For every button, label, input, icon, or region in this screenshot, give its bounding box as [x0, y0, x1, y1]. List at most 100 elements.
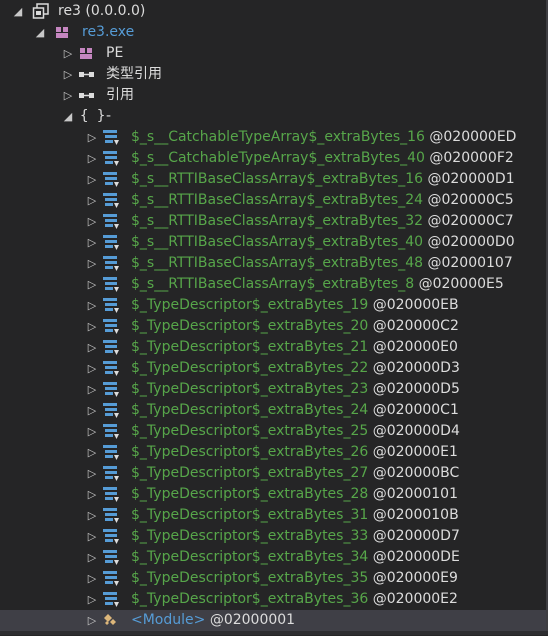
tree-node-assembly[interactable]: ◢ re3 (0.0.0.0) [0, 1, 548, 22]
type-token: @020000C7 [427, 213, 514, 229]
collapsed-arrow-icon[interactable]: ▷ [86, 148, 98, 169]
tree-node-type[interactable]: ▷ $_s__CatchableTypeArray$_extraBytes_16 … [0, 127, 548, 148]
struct-icon [102, 549, 120, 566]
collapsed-arrow-icon[interactable]: ▷ [86, 295, 98, 316]
type-name: $_TypeDescriptor$_extraBytes_34 [131, 549, 369, 565]
tree-node-type[interactable]: ▷ $_TypeDescriptor$_extraBytes_35 @020000… [0, 568, 548, 589]
tree-node-type[interactable]: ▷ $_s__RTTIBaseClassArray$_extraBytes_40 … [0, 232, 548, 253]
type-token: @02000101 [372, 486, 458, 502]
type-token: @020000C5 [427, 192, 514, 208]
tree-node-pe[interactable]: ▷ PE [0, 43, 548, 64]
struct-icon [102, 402, 120, 419]
tree-node-type[interactable]: ▷ $_s__RTTIBaseClassArray$_extraBytes_16 … [0, 169, 548, 190]
struct-icon [102, 486, 120, 503]
tree-node-module[interactable]: ◢ re3.exe [0, 22, 548, 43]
type-name: $_TypeDescriptor$_extraBytes_31 [131, 507, 369, 523]
tree-node-type[interactable]: ▷ $_s__CatchableTypeArray$_extraBytes_40 … [0, 148, 548, 169]
type-name: $_TypeDescriptor$_extraBytes_25 [131, 423, 369, 439]
collapsed-arrow-icon[interactable]: ▷ [86, 190, 98, 211]
tree-node-type[interactable]: ▷ $_s__RTTIBaseClassArray$_extraBytes_48 … [0, 253, 548, 274]
collapsed-arrow-icon[interactable]: ▷ [86, 127, 98, 148]
type-name: $_TypeDescriptor$_extraBytes_19 [131, 297, 369, 313]
collapsed-arrow-icon[interactable]: ▷ [62, 43, 74, 64]
type-token: @020000D0 [427, 234, 515, 250]
collapsed-arrow-icon[interactable]: ▷ [86, 484, 98, 505]
collapsed-arrow-icon[interactable]: ▷ [86, 400, 98, 421]
tree-node-type[interactable]: ▷ $_TypeDescriptor$_extraBytes_28 @020001… [0, 484, 548, 505]
type-token: @020000ED [429, 129, 517, 145]
tree-node-type[interactable]: ▷ $_TypeDescriptor$_extraBytes_22 @020000… [0, 358, 548, 379]
assembly-tree: ◢ re3 (0.0.0.0) ◢ re3.exe ▷ PE ▷ 类型引用 ▷ [0, 0, 548, 635]
type-name: $_s__RTTIBaseClassArray$_extraBytes_48 [131, 255, 424, 271]
expanded-arrow-icon[interactable]: ◢ [12, 1, 24, 22]
struct-icon [102, 297, 120, 314]
collapsed-arrow-icon[interactable]: ▷ [86, 526, 98, 547]
tree-node-type[interactable]: ▷ $_s__RTTIBaseClassArray$_extraBytes_8 @… [0, 274, 548, 295]
collapsed-arrow-icon[interactable]: ▷ [86, 589, 98, 610]
type-name: $_TypeDescriptor$_extraBytes_24 [131, 402, 369, 418]
type-name: $_TypeDescriptor$_extraBytes_35 [131, 570, 369, 586]
type-name: $_TypeDescriptor$_extraBytes_36 [131, 591, 369, 607]
tree-node-namespace[interactable]: ◢ { } - [0, 106, 548, 127]
collapsed-arrow-icon[interactable]: ▷ [86, 610, 98, 631]
collapsed-arrow-icon[interactable]: ▷ [86, 316, 98, 337]
tree-node-type-refs[interactable]: ▷ 类型引用 [0, 64, 548, 85]
type-token: @020000F2 [429, 150, 514, 166]
struct-icon [102, 360, 120, 377]
refs-label: 引用 [106, 87, 134, 103]
tree-node-type[interactable]: ▷ $_TypeDescriptor$_extraBytes_23 @020000… [0, 379, 548, 400]
type-token: @0200010B [372, 507, 459, 523]
collapsed-arrow-icon[interactable]: ▷ [86, 379, 98, 400]
type-token: @020000EB [372, 297, 459, 313]
assembly-icon [32, 3, 50, 20]
tree-node-type[interactable]: ▷ $_TypeDescriptor$_extraBytes_33 @020000… [0, 526, 548, 547]
type-token: @020000E2 [372, 591, 458, 607]
struct-icon [102, 171, 120, 188]
type-name: $_TypeDescriptor$_extraBytes_23 [131, 381, 369, 397]
tree-node-type[interactable]: ▷ $_TypeDescriptor$_extraBytes_36 @020000… [0, 589, 548, 610]
namespace-icon: { } [80, 108, 106, 124]
collapsed-arrow-icon[interactable]: ▷ [86, 547, 98, 568]
tree-node-type[interactable]: ▷ $_TypeDescriptor$_extraBytes_19 @020000… [0, 295, 548, 316]
collapsed-arrow-icon[interactable]: ▷ [86, 274, 98, 295]
tree-node-type[interactable]: ▷ $_TypeDescriptor$_extraBytes_25 @020000… [0, 421, 548, 442]
collapsed-arrow-icon[interactable]: ▷ [86, 505, 98, 526]
collapsed-arrow-icon[interactable]: ▷ [86, 358, 98, 379]
tree-node-type[interactable]: ▷ $_TypeDescriptor$_extraBytes_27 @020000… [0, 463, 548, 484]
collapsed-arrow-icon[interactable]: ▷ [86, 232, 98, 253]
type-name: $_s__CatchableTypeArray$_extraBytes_40 [131, 150, 425, 166]
tree-node-type[interactable]: ▷ $_s__RTTIBaseClassArray$_extraBytes_32 … [0, 211, 548, 232]
type-name: $_TypeDescriptor$_extraBytes_27 [131, 465, 369, 481]
tree-node-type[interactable]: ▷ $_TypeDescriptor$_extraBytes_24 @020000… [0, 400, 548, 421]
type-name: $_TypeDescriptor$_extraBytes_20 [131, 318, 369, 334]
collapsed-arrow-icon[interactable]: ▷ [86, 442, 98, 463]
struct-icon [102, 528, 120, 545]
type-name: $_s__RTTIBaseClassArray$_extraBytes_16 [131, 171, 424, 187]
tree-node-type[interactable]: ▷ $_s__RTTIBaseClassArray$_extraBytes_24 … [0, 190, 548, 211]
tree-node-type[interactable]: ▷ $_TypeDescriptor$_extraBytes_21 @020000… [0, 337, 548, 358]
expanded-arrow-icon[interactable]: ◢ [34, 22, 46, 43]
collapsed-arrow-icon[interactable]: ▷ [86, 337, 98, 358]
type-name: $_TypeDescriptor$_extraBytes_22 [131, 360, 369, 376]
collapsed-arrow-icon[interactable]: ▷ [86, 211, 98, 232]
collapsed-arrow-icon[interactable]: ▷ [86, 169, 98, 190]
struct-icon [102, 234, 120, 251]
struct-icon [102, 381, 120, 398]
tree-node-module-type[interactable]: ▷ <Module> @02000001 [0, 610, 548, 631]
tree-node-type[interactable]: ▷ $_TypeDescriptor$_extraBytes_31 @020001… [0, 505, 548, 526]
collapsed-arrow-icon[interactable]: ▷ [62, 85, 74, 106]
collapsed-arrow-icon[interactable]: ▷ [62, 64, 74, 85]
collapsed-arrow-icon[interactable]: ▷ [86, 568, 98, 589]
collapsed-arrow-icon[interactable]: ▷ [86, 463, 98, 484]
collapsed-arrow-icon[interactable]: ▷ [86, 253, 98, 274]
tree-node-refs[interactable]: ▷ 引用 [0, 85, 548, 106]
type-name: $_s__RTTIBaseClassArray$_extraBytes_8 [131, 276, 415, 292]
type-name: $_s__RTTIBaseClassArray$_extraBytes_40 [131, 234, 424, 250]
collapsed-arrow-icon[interactable]: ▷ [86, 421, 98, 442]
expanded-arrow-icon[interactable]: ◢ [62, 106, 74, 127]
tree-node-type[interactable]: ▷ $_TypeDescriptor$_extraBytes_34 @020000… [0, 547, 548, 568]
tree-node-type[interactable]: ▷ $_TypeDescriptor$_extraBytes_26 @020000… [0, 442, 548, 463]
struct-icon [102, 213, 120, 230]
module-class-icon [102, 612, 120, 629]
tree-node-type[interactable]: ▷ $_TypeDescriptor$_extraBytes_20 @020000… [0, 316, 548, 337]
